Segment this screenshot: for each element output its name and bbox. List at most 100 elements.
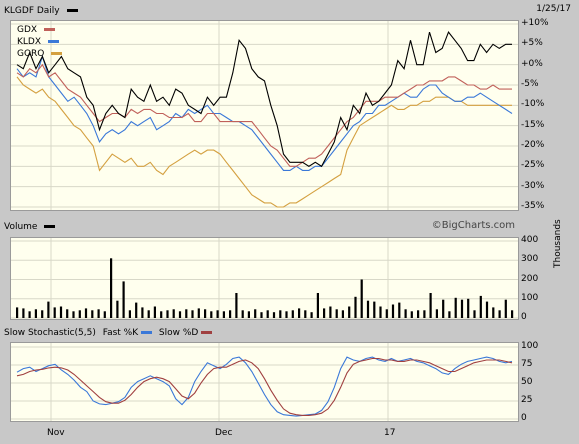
price-panel-header: KLGDF Daily — [0, 4, 517, 18]
volume-bar — [429, 293, 432, 318]
volume-bar — [348, 306, 351, 318]
volume-bar — [435, 309, 438, 318]
y-tick-label: 100 — [521, 341, 539, 351]
volume-bar — [216, 310, 219, 318]
volume-bar — [329, 306, 332, 318]
y-tick-label: 400 — [521, 235, 539, 245]
volume-bar — [341, 310, 344, 318]
y-tick-label: -15% — [521, 119, 545, 130]
volume-bar — [473, 310, 476, 318]
volume-bar — [235, 293, 238, 318]
volume-bar — [479, 295, 482, 318]
volume-bar — [103, 311, 106, 318]
volume-bar — [66, 309, 69, 318]
volume-bar — [454, 297, 457, 318]
volume-bar — [354, 296, 357, 318]
volume-bar — [260, 312, 263, 318]
volume-bar — [210, 311, 213, 318]
y-tick-label: 25 — [521, 395, 533, 405]
stoch-line-slow-d — [16, 357, 513, 416]
volume-bar — [78, 310, 81, 318]
stoch-chart-svg — [11, 343, 518, 421]
klgdf-legend-swatch — [66, 9, 78, 12]
legend-goro-swatch — [51, 52, 63, 55]
volume-bar — [316, 293, 319, 318]
volume-bar — [222, 311, 225, 318]
volume-bar — [84, 308, 88, 318]
volume-bar — [366, 300, 370, 318]
volume-bar — [492, 307, 495, 318]
y-tick-label: 75 — [521, 359, 533, 369]
stoch-label: Slow Stochastic(5,5) — [4, 328, 96, 338]
volume-bar — [34, 309, 37, 318]
volume-bar — [379, 306, 382, 318]
volume-bar — [59, 306, 63, 318]
volume-bar — [47, 301, 50, 318]
volume-bar — [398, 302, 401, 318]
volume-bar — [272, 312, 276, 318]
y-tick-label: 100 — [521, 292, 539, 303]
volume-bar — [28, 311, 31, 318]
volume-bar — [448, 311, 451, 318]
y-tick-label: +5% — [521, 38, 543, 49]
chart-date: 1/25/17 — [536, 4, 571, 14]
volume-bar — [360, 279, 363, 318]
stoch-panel — [10, 342, 519, 422]
volume-bar — [72, 311, 75, 318]
y-tick-label: -25% — [521, 160, 545, 171]
volume-bar — [310, 312, 313, 318]
volume-bar — [172, 309, 175, 318]
y-tick-label: -5% — [521, 79, 539, 89]
y-tick-label: -10% — [521, 99, 545, 110]
volume-bar — [229, 310, 232, 318]
y-tick-label: -30% — [521, 180, 545, 191]
legend-gdx-swatch — [43, 28, 55, 31]
volume-bar — [423, 310, 426, 318]
volume-bar — [285, 311, 288, 318]
volume-bar — [417, 310, 420, 318]
volume-bar — [135, 302, 138, 318]
y-tick-label: +10% — [521, 18, 549, 28]
volume-bar — [97, 309, 100, 318]
volume-bar — [241, 310, 244, 318]
volume-bar — [178, 311, 182, 318]
series-line-gdx — [16, 63, 512, 167]
volume-bar — [266, 310, 269, 318]
legend-gdx: GDX — [17, 25, 55, 35]
volume-chart-svg — [11, 238, 518, 319]
y-tick-label: 0 — [521, 312, 527, 322]
volume-panel — [10, 237, 519, 320]
x-tick-label: Dec — [215, 428, 233, 438]
legend-kldx-label: KLDX — [17, 37, 42, 47]
x-tick-label: Nov — [47, 428, 65, 438]
volume-bar — [22, 308, 25, 318]
volume-bar — [147, 310, 150, 318]
volume-bar — [160, 311, 163, 318]
volume-bar — [128, 310, 131, 318]
volume-bar — [197, 308, 200, 318]
volume-bar — [279, 310, 282, 318]
legend-kldx: KLDX — [17, 37, 59, 47]
volume-bar — [291, 310, 294, 318]
legend-goro-label: GORO — [17, 49, 45, 59]
fast-k-label: Fast %K — [102, 328, 139, 338]
y-tick-label: -20% — [521, 140, 545, 150]
bigcharts-credit[interactable]: ©BigCharts.com — [432, 220, 515, 231]
volume-bar — [498, 310, 501, 318]
volume-unit-label: Thousands — [553, 219, 563, 268]
volume-bar — [153, 306, 156, 318]
volume-bar — [122, 281, 125, 318]
volume-bar — [116, 300, 119, 318]
volume-bar — [385, 309, 388, 318]
volume-bar — [467, 298, 470, 319]
volume-bar — [323, 308, 326, 318]
stoch-line-fast-k — [16, 356, 513, 417]
series-line-kldx — [16, 54, 513, 171]
price-chart-svg — [11, 21, 518, 210]
volume-legend-swatch — [44, 225, 56, 228]
volume-bar — [91, 310, 94, 318]
legend-goro: GORO — [17, 49, 63, 59]
volume-bar — [16, 307, 19, 318]
volume-bar — [511, 310, 514, 318]
stoch-panel-header: Slow Stochastic(5,5) Fast %K Slow %D — [0, 326, 517, 340]
